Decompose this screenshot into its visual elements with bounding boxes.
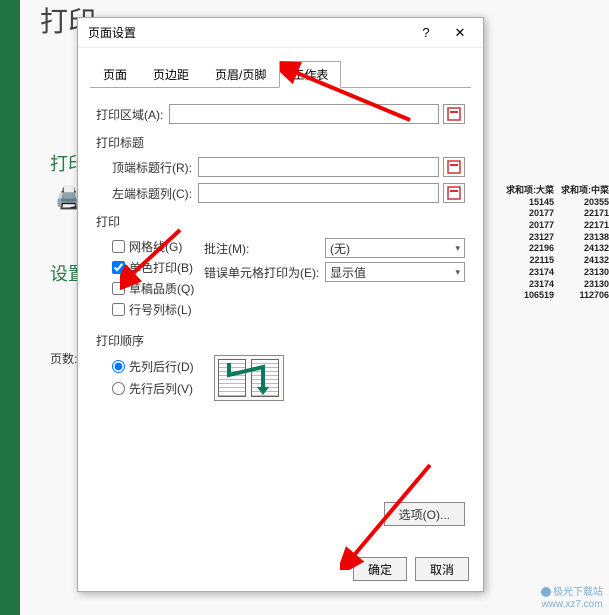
dialog-title: 页面设置 <box>88 24 409 41</box>
app-sidebar <box>0 0 20 615</box>
tab-header-footer[interactable]: 页眉/页脚 <box>202 61 279 88</box>
ok-button[interactable]: 确定 <box>353 557 407 581</box>
print-section-header: 打印 <box>96 213 465 230</box>
help-button[interactable]: ? <box>409 19 443 47</box>
order-header: 打印顺序 <box>96 332 465 349</box>
collapse-dialog-icon <box>447 186 461 200</box>
bg-data-preview: 求和项:大菜 求和项:中菜 15145 20355 20177 22171 20… <box>504 185 609 302</box>
print-area-ref-button[interactable] <box>443 104 465 124</box>
collapse-dialog-icon <box>447 160 461 174</box>
collapse-dialog-icon <box>447 107 461 121</box>
comments-select[interactable]: (无) ▾ <box>325 238 465 258</box>
dialog-titlebar: 页面设置 ? ✕ <box>78 18 483 48</box>
gridlines-checkbox[interactable]: 网格线(G) <box>112 238 204 255</box>
top-row-label: 顶端标题行(R): <box>112 159 192 176</box>
chevron-down-icon: ▾ <box>455 243 460 254</box>
errors-select[interactable]: 显示值 ▾ <box>325 262 465 282</box>
left-col-input[interactable] <box>198 183 439 203</box>
order-illustration <box>214 355 284 401</box>
order-arrow-icon <box>223 361 275 395</box>
left-col-label: 左端标题列(C): <box>112 185 192 202</box>
print-area-input[interactable] <box>169 104 439 124</box>
cancel-button[interactable]: 取消 <box>415 557 469 581</box>
top-row-ref-button[interactable] <box>443 157 465 177</box>
tab-sheet[interactable]: 工作表 <box>279 61 341 88</box>
watermark-logo-icon <box>541 587 551 597</box>
comments-label: 批注(M): <box>204 240 319 257</box>
tab-bar: 页面 页边距 页眉/页脚 工作表 <box>90 60 471 88</box>
draft-checkbox[interactable]: 草稿品质(Q) <box>112 280 204 297</box>
bg-pages-label: 页数: <box>50 350 77 367</box>
left-col-ref-button[interactable] <box>443 183 465 203</box>
top-row-input[interactable] <box>198 157 439 177</box>
chevron-down-icon: ▾ <box>455 267 460 278</box>
tab-margins[interactable]: 页边距 <box>140 61 202 88</box>
order-over-down-radio[interactable]: 先行后列(V) <box>112 380 194 397</box>
page-setup-dialog: 页面设置 ? ✕ 页面 页边距 页眉/页脚 工作表 打印区域(A): 打印标题 … <box>77 17 484 592</box>
bw-checkbox[interactable]: 单色打印(B) <box>112 259 204 276</box>
tab-page[interactable]: 页面 <box>90 61 140 88</box>
watermark: 极光下载站 www.xz7.com <box>541 587 603 611</box>
options-button[interactable]: 选项(O)... <box>384 502 465 526</box>
print-area-label: 打印区域(A): <box>96 106 163 123</box>
rowcol-checkbox[interactable]: 行号列标(L) <box>112 301 204 318</box>
close-button[interactable]: ✕ <box>443 19 477 47</box>
print-titles-header: 打印标题 <box>96 134 465 151</box>
errors-label: 错误单元格打印为(E): <box>204 264 319 281</box>
order-down-over-radio[interactable]: 先列后行(D) <box>112 358 194 375</box>
